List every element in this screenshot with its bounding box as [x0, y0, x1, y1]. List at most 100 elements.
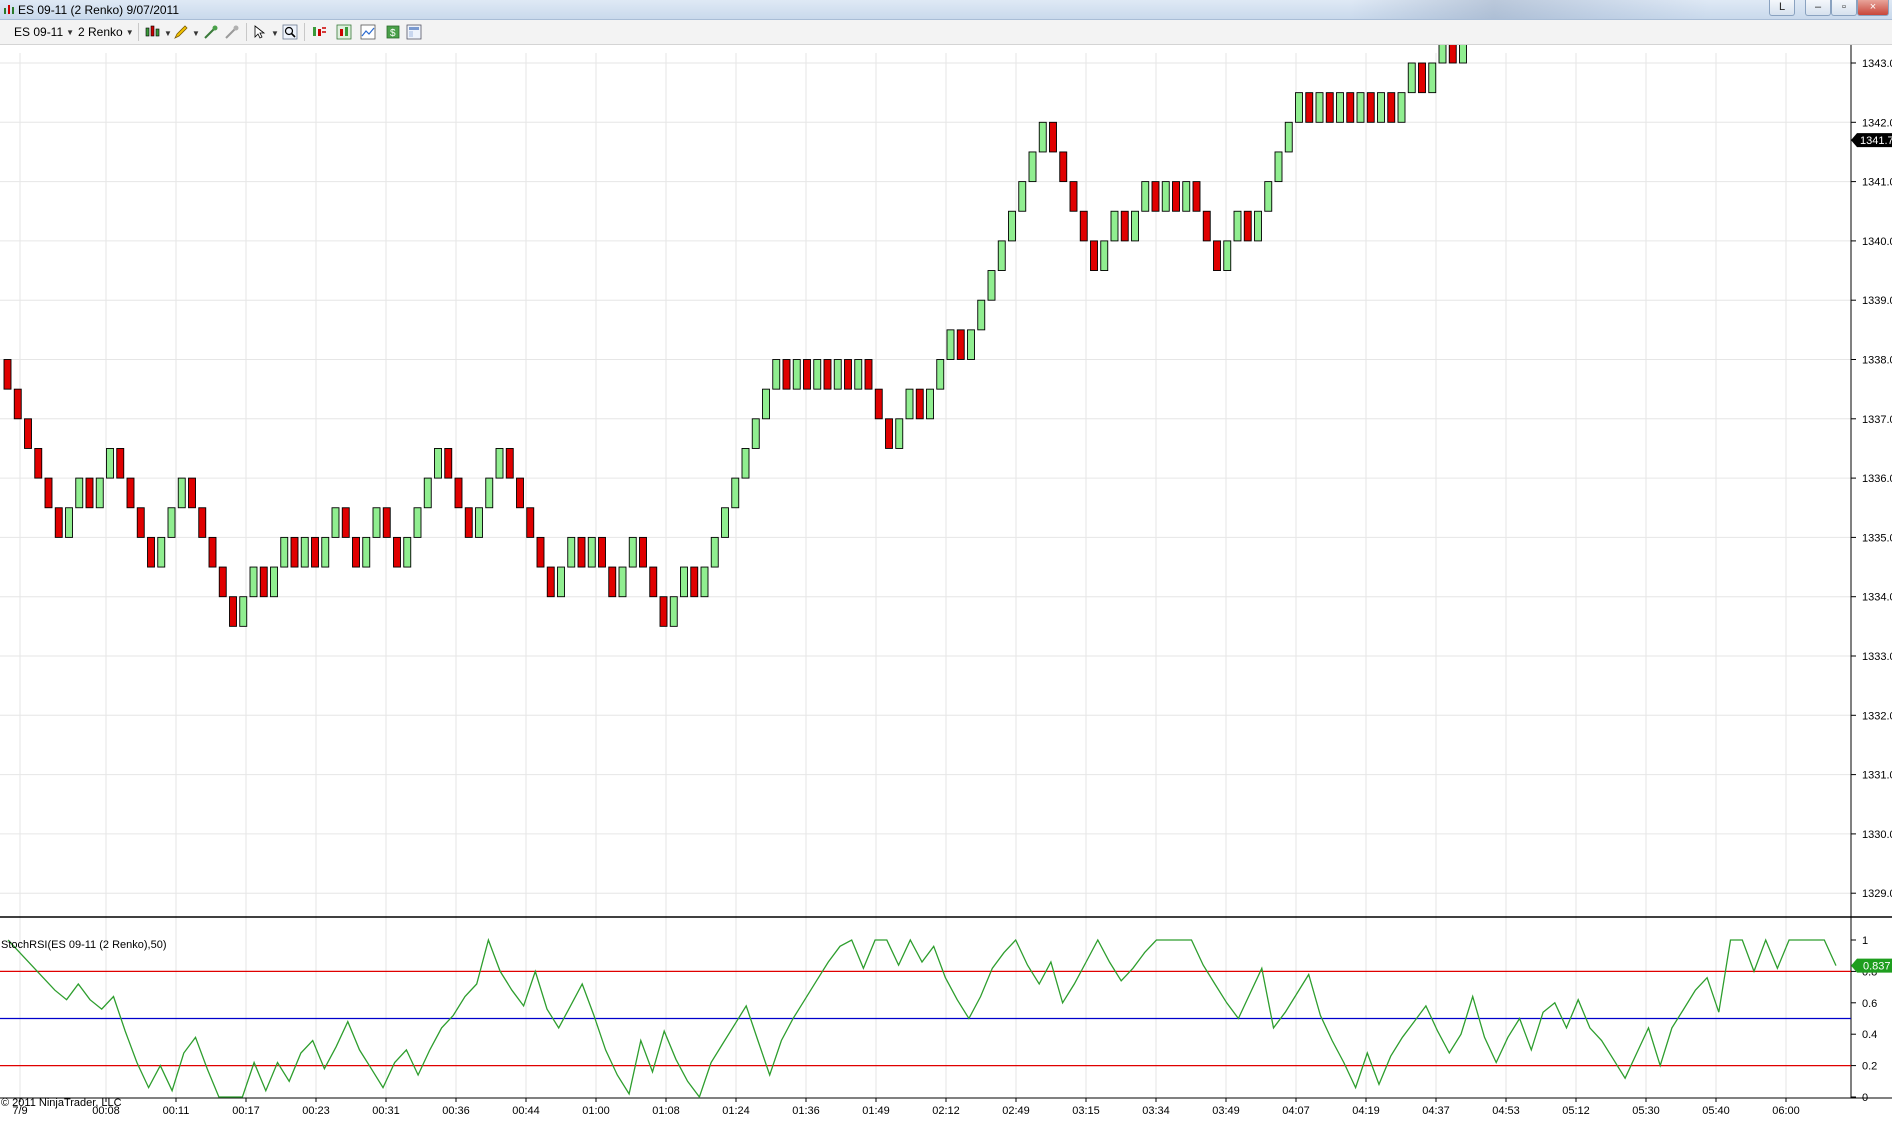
- link-button[interactable]: L: [1769, 0, 1795, 16]
- renko-up-brick: [977, 299, 986, 331]
- title-bar: ES 09-11 (2 Renko) 9/07/2011 L – ▫ ×: [0, 0, 1892, 20]
- drawing-pencil-icon[interactable]: [173, 24, 189, 40]
- renko-down-brick: [311, 536, 319, 568]
- renko-down-brick: [1346, 92, 1355, 123]
- renko-up-brick: [854, 359, 863, 390]
- price-tick-label: 1341.0: [1862, 177, 1892, 189]
- time-tick-label: 00:11: [163, 1105, 190, 1117]
- renko-up-brick: [905, 388, 914, 420]
- renko-up-brick: [762, 388, 770, 420]
- stochrsi-axis[interactable]: 10.80.60.40.200.837: [1851, 935, 1892, 1104]
- renko-down-brick: [536, 536, 545, 568]
- price-tick-label: 1332.0: [1862, 710, 1892, 722]
- renko-down-brick: [1366, 92, 1375, 123]
- chart-canvas[interactable]: 1343.0 1342.0 1341.0 1340.0 1339.0 1338.0 1337…: [0, 45, 1892, 1131]
- renko-down-brick: [464, 507, 473, 538]
- time-tick-label: 00:23: [302, 1105, 330, 1117]
- instrument-selector[interactable]: ES 09-11 ▼: [14, 25, 74, 39]
- renko-up-brick: [249, 566, 258, 598]
- renko-up-brick: [1028, 151, 1037, 183]
- renko-up-brick: [1438, 45, 1447, 64]
- toolbar-separator: [138, 23, 139, 41]
- renko-up-brick: [1274, 151, 1283, 183]
- stochrsi-panel: [0, 937, 1851, 1099]
- bar-style-icon[interactable]: [144, 24, 160, 40]
- renko-up-brick: [1038, 121, 1047, 153]
- chevron-down-icon[interactable]: ▼: [268, 26, 279, 40]
- renko-down-brick: [1243, 210, 1252, 242]
- time-tick-label: 06:00: [1772, 1105, 1800, 1117]
- renko-up-brick: [741, 448, 750, 479]
- renko-up-brick: [362, 536, 371, 568]
- renko-down-brick: [229, 596, 237, 627]
- cursor-icon[interactable]: [252, 24, 268, 40]
- renko-up-brick: [300, 536, 309, 568]
- time-tick-label: 04:53: [1492, 1105, 1520, 1117]
- renko-down-brick: [1418, 62, 1426, 94]
- strategy-icon[interactable]: [311, 24, 327, 40]
- time-tick-label: 02:49: [1002, 1105, 1030, 1117]
- price-tick-label: 1333.0: [1862, 651, 1892, 663]
- data-box-icon[interactable]: $: [385, 24, 401, 40]
- layout-icon[interactable]: [406, 24, 422, 40]
- renko-up-brick: [75, 477, 84, 509]
- app-icon: [4, 5, 14, 14]
- renko-down-brick: [44, 477, 53, 509]
- time-tick-label: 01:00: [582, 1105, 610, 1117]
- time-axis[interactable]: 7/9 00:08 00:11 00:17 00:23 00:31 00:36 00:44 01…: [12, 1098, 1800, 1117]
- price-tick-label: 1343.0: [1862, 58, 1892, 70]
- price-tick-label: 1340.0: [1862, 236, 1892, 248]
- renko-up-brick: [1284, 121, 1293, 153]
- renko-down-brick: [259, 566, 268, 598]
- last-price-label: 1341.7: [1860, 135, 1892, 147]
- minimize-button[interactable]: –: [1805, 0, 1831, 16]
- period-selector[interactable]: 2 Renko ▼: [78, 25, 134, 39]
- renko-down-brick: [85, 477, 94, 509]
- renko-up-brick: [772, 359, 781, 390]
- renko-down-brick: [1059, 151, 1068, 183]
- renko-up-brick: [751, 418, 760, 449]
- svg-text:$: $: [390, 28, 396, 39]
- time-tick-label: 01:24: [722, 1105, 750, 1117]
- stochrsi-last-label: 0.837: [1863, 961, 1891, 973]
- price-tick-label: 1335.0: [1862, 532, 1892, 544]
- renko-up-brick: [321, 536, 330, 568]
- chevron-down-icon: ▼: [66, 28, 75, 37]
- time-tick-label: 03:15: [1072, 1105, 1100, 1117]
- chevron-down-icon[interactable]: ▼: [189, 26, 200, 40]
- renko-up-brick: [967, 329, 975, 360]
- maximize-button[interactable]: ▫: [1831, 0, 1857, 16]
- zoom-icon[interactable]: [282, 24, 298, 40]
- price-axis[interactable]: 1343.0 1342.0 1341.0 1340.0 1339.0 1338.0 1337…: [1851, 58, 1892, 900]
- renko-down-brick: [608, 566, 617, 598]
- renko-down-brick: [1090, 240, 1098, 271]
- draw-remove-icon[interactable]: [224, 24, 240, 40]
- draw-add-icon[interactable]: [203, 24, 219, 40]
- stochrsi-tick-label: 1: [1862, 935, 1868, 947]
- price-tick-label: 1337.0: [1862, 414, 1892, 426]
- chart-props-icon[interactable]: [360, 24, 376, 40]
- indicator-icon[interactable]: [336, 24, 352, 40]
- price-tick-label: 1334.0: [1862, 592, 1892, 604]
- renko-down-brick: [382, 507, 391, 538]
- renko-down-brick: [1387, 92, 1396, 123]
- renko-down-brick: [1120, 210, 1129, 242]
- renko-up-brick: [157, 536, 166, 568]
- renko-down-brick: [444, 448, 453, 479]
- close-button[interactable]: ×: [1857, 0, 1889, 16]
- time-tick-label: 03:34: [1142, 1105, 1170, 1117]
- renko-up-brick: [721, 507, 729, 538]
- copyright-text: © 2011 NinjaTrader, LLC: [1, 1097, 122, 1109]
- renko-up-brick: [1428, 62, 1437, 94]
- renko-up-brick: [710, 536, 719, 568]
- chevron-down-icon: ▼: [125, 28, 134, 37]
- chart-area[interactable]: 1343.0 1342.0 1341.0 1340.0 1339.0 1338.0 1337…: [0, 45, 1892, 1131]
- renko-up-brick: [1233, 210, 1242, 242]
- stochrsi-tick-label: 0.2: [1862, 1061, 1877, 1073]
- renko-up-brick: [997, 240, 1006, 271]
- chevron-down-icon[interactable]: ▼: [161, 26, 172, 40]
- renko-up-brick: [1459, 45, 1467, 64]
- renko-down-brick: [1305, 92, 1314, 123]
- renko-down-brick: [844, 359, 852, 390]
- time-tick-label: 00:17: [232, 1105, 260, 1117]
